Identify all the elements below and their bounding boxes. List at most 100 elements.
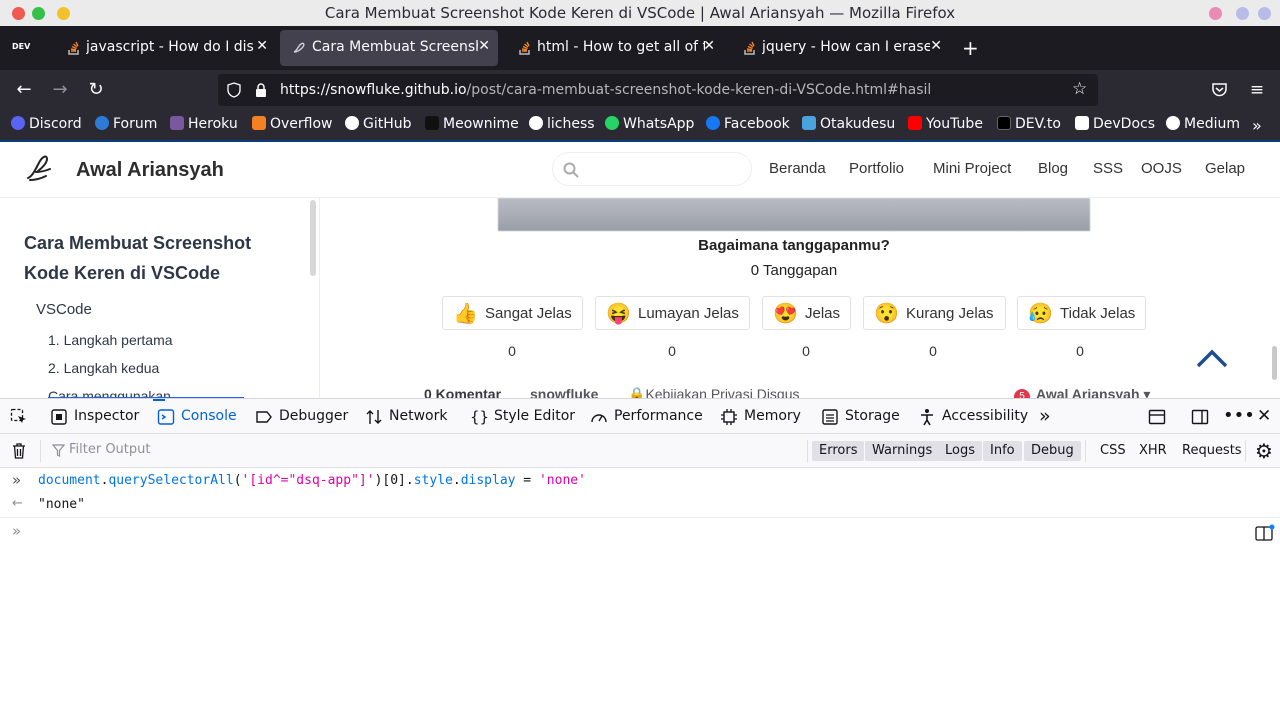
filter-info-button[interactable]: Info [983,441,1022,461]
menu-dot-icon[interactable] [1258,7,1271,20]
filter-errors-button[interactable]: Errors [812,441,865,461]
console-icon [157,409,175,425]
url-bar[interactable]: https://snowfluke.github.io/post/cara-me… [218,74,1098,106]
toc-item[interactable]: VSCode [36,301,92,318]
tab-jquery[interactable]: jquery - How can I erase a ✕ [730,30,950,66]
bookmark-youtube[interactable]: YouTube [908,116,983,132]
site-name[interactable]: Awal Ariansyah [76,159,224,182]
reaction-count-value: 0 [929,343,937,359]
tab-cara-membuat[interactable]: Cara Membuat Screensho ✕ [280,30,498,66]
filter-output-input[interactable]: Filter Output [69,442,151,457]
extension-icon[interactable] [1209,7,1222,20]
close-tab-icon[interactable]: ✕ [930,38,942,54]
bookmark-medium[interactable]: Medium [1166,116,1240,132]
reaction-tidak-jelas[interactable]: 😥 Tidak Jelas [1017,296,1146,330]
close-tab-icon[interactable]: ✕ [703,38,715,54]
hamburger-menu-icon[interactable]: ≡ [1246,79,1268,101]
signature-logo-icon[interactable] [24,152,60,184]
tab-javascript[interactable]: javascript - How do I disat ✕ [54,30,276,66]
heroku-icon [170,116,184,130]
filter-xhr-button[interactable]: XHR [1132,441,1174,461]
youtube-icon [908,116,922,130]
editor-mode-icon[interactable] [1255,524,1275,542]
close-devtools-icon[interactable]: ✕ [1257,406,1275,426]
profile-icon[interactable] [1236,7,1249,20]
filter-logs-button[interactable]: Logs [938,441,982,461]
console-output-entry: ← "none" [0,494,1280,518]
menu-beranda[interactable]: Beranda [769,160,826,177]
shield-icon[interactable] [226,82,242,98]
disqus-user[interactable]: 5 Awal Ariansyah ▾ [1014,386,1150,398]
element-picker-icon[interactable] [10,408,28,426]
close-tab-icon[interactable]: ✕ [256,38,268,54]
tab-html[interactable]: html - How to get all of th ✕ [505,30,723,66]
site-search-input[interactable] [552,152,752,186]
lock-icon[interactable] [254,82,268,98]
console-input-entry[interactable]: » document.querySelectorAll('[id^="dsq-a… [0,470,1280,492]
bookmark-discord[interactable]: Discord [11,116,82,132]
reaction-jelas[interactable]: 😍 Jelas [762,296,851,330]
bookmark-heroku[interactable]: Heroku [170,116,238,132]
disqus-site-link[interactable]: snowfluke [530,386,598,398]
stackoverflow-icon [519,41,530,55]
filter-debug-button[interactable]: Debug [1024,441,1081,461]
reaction-kurang-jelas[interactable]: 😯 Kurang Jelas [863,296,1006,330]
input-chevron-icon: » [12,471,22,489]
filter-warnings-button[interactable]: Warnings [865,441,940,461]
bookmark-overflow[interactable]: Overflow [252,116,333,132]
bookmark-github[interactable]: GitHub [345,116,412,132]
bookmark-otakudesu[interactable]: Otakudesu [802,116,895,132]
return-arrow-icon: ← [12,496,23,511]
menu-mini-project[interactable]: Mini Project [933,160,1011,177]
page-scrollbar[interactable] [1272,346,1277,380]
comment-count[interactable]: 0 Komentar [424,386,501,398]
dev-pinned-tab-icon[interactable]: DEV [12,38,34,56]
menu-portfolio[interactable]: Portfolio [849,160,904,177]
menu-gelap[interactable]: Gelap [1205,160,1245,177]
menu-oojs[interactable]: OOJS [1141,160,1182,177]
disqus-privacy-link[interactable]: 🔒Kebijakan Privasi Disqus [628,386,800,398]
reload-icon[interactable]: ↻ [85,79,107,101]
reaction-lumayan-jelas[interactable]: 😝 Lumayan Jelas [595,296,750,330]
bookmark-facebook[interactable]: Facebook [706,116,790,132]
bookmark-devto[interactable]: DEV.to [997,116,1061,132]
forward-arrow-icon[interactable]: → [49,79,71,101]
filter-icon [52,444,65,457]
filter-requests-button[interactable]: Requests [1175,441,1249,461]
bookmark-meownime[interactable]: Meownime [425,116,519,132]
filter-css-button[interactable]: CSS [1093,441,1133,461]
facebook-icon [706,116,720,130]
more-bookmarks-chevron-icon[interactable]: » [1252,116,1262,135]
devtools-toolbar: Inspector Console Debugger Network {} Sty… [0,398,1280,434]
reaction-sangat-jelas[interactable]: 👍 Sangat Jelas [442,296,583,330]
reaction-count: 0 Tanggapan [750,262,838,279]
back-arrow-icon[interactable]: ← [13,79,35,101]
sidebar-scrollbar[interactable] [310,200,316,276]
menu-blog[interactable]: Blog [1038,160,1068,177]
toc-item[interactable]: 1. Langkah pertama [48,332,173,348]
more-options-icon[interactable]: ••• [1223,405,1255,426]
split-console-icon[interactable] [1148,408,1166,426]
bookmark-whatsapp[interactable]: WhatsApp [605,116,694,132]
bookmark-forum[interactable]: Forum [95,116,157,132]
reaction-count-value: 0 [508,343,516,359]
bookmark-devdocs[interactable]: DevDocs [1075,116,1155,132]
menu-sss[interactable]: SSS [1093,160,1123,177]
bookmark-lichess[interactable]: lichess [529,116,595,132]
pocket-icon[interactable] [1211,82,1228,98]
close-tab-icon[interactable]: ✕ [478,38,490,54]
new-tab-icon[interactable]: + [962,36,979,60]
url-text[interactable]: https://snowfluke.github.io/post/cara-me… [280,82,931,98]
more-tools-chevron-icon[interactable]: » [1039,405,1051,427]
toc-sidebar: Cara Membuat Screenshot Kode Keren di VS… [0,198,320,398]
trash-icon[interactable] [11,442,27,460]
dock-side-icon[interactable] [1191,408,1209,426]
settings-gear-icon[interactable]: ⚙ [1255,439,1273,463]
bookmark-star-icon[interactable]: ☆ [1072,79,1087,99]
stackoverflow-icon [68,41,79,55]
console-prompt-input[interactable]: » [0,522,1280,544]
gauge-icon [591,414,607,423]
back-to-top-chevron-icon[interactable] [1194,346,1230,370]
site-icon [293,42,305,53]
toc-item[interactable]: 2. Langkah kedua [48,360,159,376]
